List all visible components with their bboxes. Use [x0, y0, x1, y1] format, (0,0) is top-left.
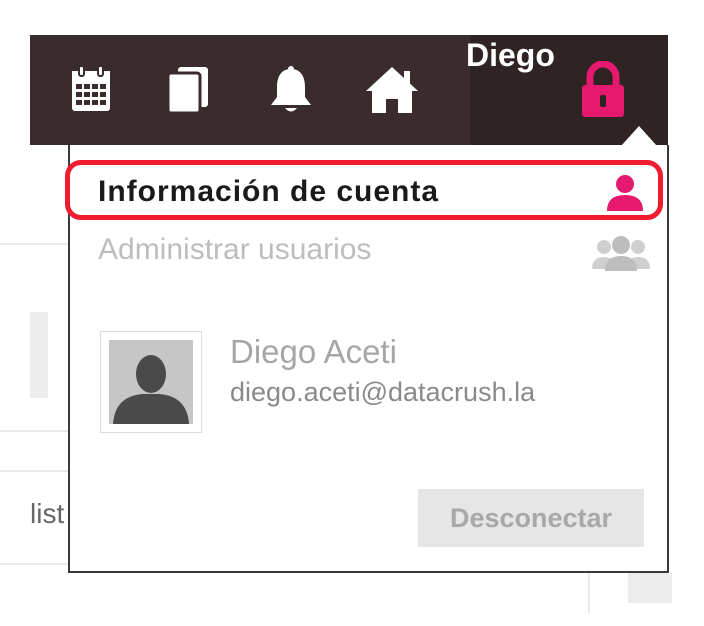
copy-icon[interactable]	[164, 65, 212, 115]
dropdown-caret	[621, 126, 657, 146]
bell-icon[interactable]	[266, 65, 316, 115]
bg-divider	[0, 470, 68, 472]
home-icon[interactable]	[364, 63, 420, 115]
avatar	[100, 331, 202, 433]
username-label[interactable]: Diego	[466, 37, 555, 74]
bg-divider	[588, 573, 590, 613]
profile-email: diego.aceti@datacrush.la	[230, 377, 536, 407]
menu-item-account-info[interactable]: Información de cuenta	[98, 175, 439, 209]
logout-button[interactable]: Desconectar	[418, 489, 644, 547]
account-dropdown-menu: Información de cuenta Administrar usuari…	[65, 145, 669, 573]
bg-divider	[0, 243, 68, 245]
users-icon	[592, 236, 650, 271]
profile-name: Diego Aceti	[230, 333, 397, 370]
bg-fragment-text: list	[30, 498, 65, 529]
bg-divider	[0, 563, 68, 565]
bg-divider	[0, 430, 68, 432]
calendar-icon[interactable]	[66, 65, 116, 115]
top-navbar	[30, 35, 668, 145]
bg-panel	[30, 312, 48, 398]
menu-item-manage-users[interactable]: Administrar usuarios	[98, 233, 371, 267]
bg-panel	[628, 573, 672, 603]
user-icon[interactable]	[604, 173, 646, 213]
user-silhouette-icon	[109, 340, 193, 424]
lock-icon[interactable]	[580, 61, 626, 119]
